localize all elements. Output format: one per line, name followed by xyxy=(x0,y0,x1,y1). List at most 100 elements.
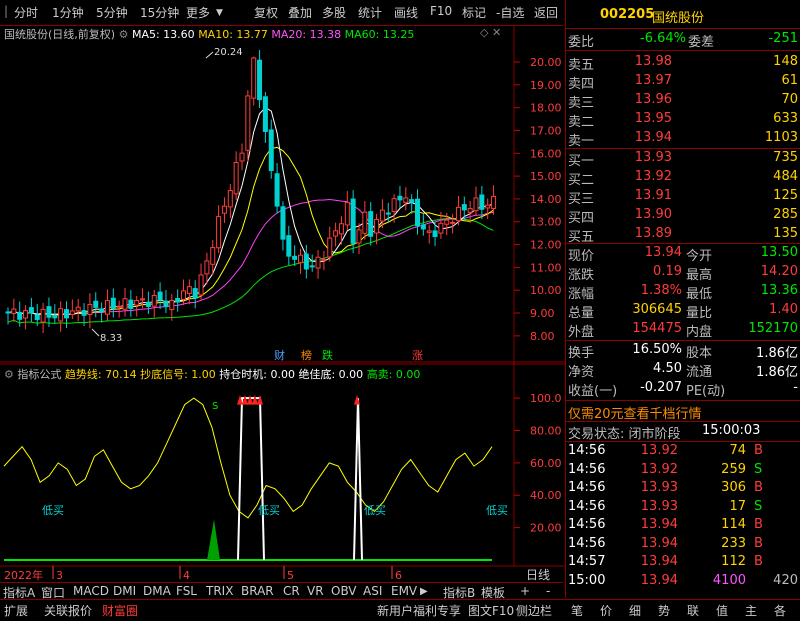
buy-level-volume: 135 xyxy=(773,226,798,241)
tab-scroll-icon[interactable]: ▶ xyxy=(420,586,428,597)
btn-shi[interactable]: 势 xyxy=(658,602,670,619)
sell-level-price: 13.98 xyxy=(634,54,672,69)
tick-row: 14:56 13.93 17 S xyxy=(566,498,800,518)
candle-body xyxy=(450,221,456,224)
btn-ge[interactable]: 各 xyxy=(774,602,786,619)
stat-label: 内盘 xyxy=(686,325,713,340)
tab-fsl[interactable]: FSL xyxy=(176,584,197,598)
stat-label: 外盘 xyxy=(568,325,595,340)
tick-row: 15:00 13.94 4100 420 xyxy=(566,572,800,592)
candle-body xyxy=(128,299,134,309)
stat-value: 13.36 xyxy=(760,283,798,298)
candle-body xyxy=(122,298,128,310)
candle-body xyxy=(145,301,151,307)
tab-minus[interactable]: - xyxy=(546,584,550,598)
candle-body xyxy=(157,291,163,301)
btn-graphic-f10[interactable]: 图文F10 xyxy=(468,602,514,619)
ma5-line xyxy=(7,106,494,316)
candle-body xyxy=(292,255,298,260)
btn-zhu[interactable]: 主 xyxy=(745,602,757,619)
candle-body xyxy=(438,222,444,234)
tab-asi[interactable]: ASI xyxy=(363,584,382,598)
candle-body xyxy=(315,256,321,269)
tab-dmi[interactable]: DMI xyxy=(113,584,136,598)
ma5-path xyxy=(7,106,494,316)
trade-status-time: 15:00:03 xyxy=(702,423,761,438)
candle-body xyxy=(444,219,450,225)
price-tick-label: 12.00 xyxy=(530,239,562,252)
tab-vr[interactable]: VR xyxy=(307,584,324,598)
tick-price: 13.94 xyxy=(640,535,678,551)
sell-level-volume: 61 xyxy=(781,73,798,88)
event-tag-caibao[interactable]: 财 xyxy=(274,348,285,362)
tick-volume: 74 xyxy=(729,443,746,458)
tab-obv[interactable]: OBV xyxy=(331,584,357,598)
price-tick-label: 14.00 xyxy=(530,193,562,206)
tab-brar[interactable]: BRAR xyxy=(241,584,274,598)
sell-arrow-marker xyxy=(354,394,360,405)
tab-cr[interactable]: CR xyxy=(283,584,300,598)
tab-trix[interactable]: TRIX xyxy=(206,584,233,598)
btn-expand[interactable]: 扩展 xyxy=(4,602,28,619)
buy-level-price: 13.91 xyxy=(634,188,672,203)
tab-dma[interactable]: DMA xyxy=(143,584,171,598)
sell-level-volume: 633 xyxy=(773,111,798,126)
stat-row: 现价 13.94 今开 13.50 xyxy=(566,244,800,264)
sell-level-price: 13.96 xyxy=(634,92,672,107)
candle-body xyxy=(64,309,69,319)
tick-price: 13.94 xyxy=(640,572,678,588)
candle-body xyxy=(245,95,251,151)
quote-panel: 002205 国统股份 委比 -6.64% 委差 -251 卖五 13.98 148… xyxy=(565,0,800,598)
candle-body xyxy=(286,235,292,257)
weibi-value: -6.64% xyxy=(640,31,686,46)
promo-text[interactable]: 仅需20元查看千档行情 xyxy=(568,403,702,422)
weibi-row: 委比 -6.64% 委差 -251 xyxy=(566,30,800,50)
btn-bi[interactable]: 笔 xyxy=(571,602,583,619)
candle-body xyxy=(385,212,391,215)
candle-body xyxy=(239,152,245,162)
hold-signal-pulse xyxy=(237,397,265,561)
ma60-line xyxy=(7,217,494,324)
candle-body xyxy=(210,247,216,265)
candle-body xyxy=(338,223,344,235)
sell-level-label: 卖三 xyxy=(568,96,595,111)
tick-price: 13.94 xyxy=(640,554,678,569)
candle-body xyxy=(356,229,362,244)
candle-body xyxy=(17,311,23,320)
tab-macd[interactable]: MACD xyxy=(73,584,109,598)
tab-emv[interactable]: EMV xyxy=(391,584,417,598)
period-label[interactable]: 日线 xyxy=(526,568,550,582)
tab-plus[interactable]: + xyxy=(520,584,530,598)
sell-level-volume: 70 xyxy=(781,92,798,107)
btn-related-quote[interactable]: 关联报价 xyxy=(44,602,92,619)
promo-row[interactable]: 仅需20元查看千档行情 xyxy=(566,402,800,422)
candle-body xyxy=(303,253,309,270)
indicator-tick-label: 100.0 xyxy=(530,392,562,405)
btn-lian[interactable]: 联 xyxy=(687,602,699,619)
tick-time: 14:56 xyxy=(568,443,606,458)
stock-title: 002205 国统股份 xyxy=(566,6,800,26)
buy-level-price: 13.90 xyxy=(634,207,672,222)
event-tag-bang[interactable]: 榜 xyxy=(301,348,312,362)
buy-level-volume: 484 xyxy=(773,169,798,184)
candle-body xyxy=(257,59,263,101)
event-tag-die[interactable]: 跌 xyxy=(322,348,333,362)
tick-price: 13.93 xyxy=(640,498,678,514)
btn-wealth-circle[interactable]: 财富圈 xyxy=(102,602,138,619)
stat-label: 换手 xyxy=(568,346,595,361)
btn-zhi[interactable]: 值 xyxy=(716,602,728,619)
candle-body xyxy=(134,300,140,306)
btn-jia[interactable]: 价 xyxy=(600,602,612,619)
buy-level-price: 13.89 xyxy=(634,226,672,241)
kline-chart[interactable]: 20.00 19.00 18.00 17.00 16.00 15.00 14.00 13.00… xyxy=(0,0,565,582)
tick-time: 14:56 xyxy=(568,517,606,532)
btn-sidebar[interactable]: 侧边栏 xyxy=(516,602,552,619)
price-tick-label: 13.00 xyxy=(530,216,562,229)
btn-xi[interactable]: 细 xyxy=(629,602,641,619)
btn-new-user-welfare[interactable]: 新用户福利专享 xyxy=(377,602,461,619)
event-tag-zhang[interactable]: 涨 xyxy=(412,349,423,362)
candle-body xyxy=(227,190,233,208)
candle-body xyxy=(233,161,239,195)
candle-body xyxy=(81,310,87,316)
candle-body xyxy=(268,129,274,172)
